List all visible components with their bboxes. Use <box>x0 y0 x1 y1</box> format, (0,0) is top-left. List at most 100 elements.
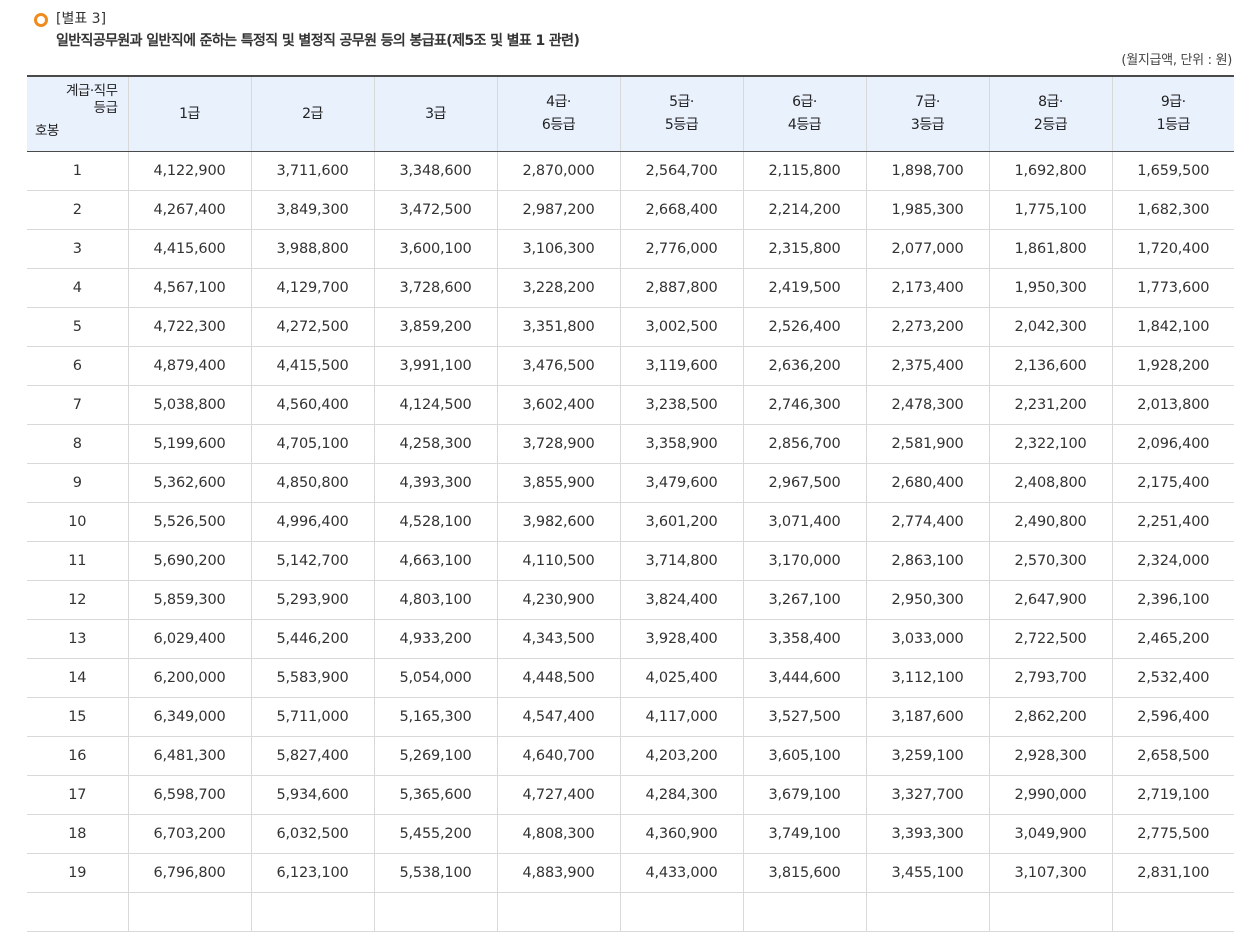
salary-cell: 4,448,500 <box>497 658 621 698</box>
salary-cell: 2,967,500 <box>743 463 867 503</box>
salary-cell: 2,928,300 <box>989 736 1113 776</box>
salary-cell: 4,025,400 <box>620 658 744 698</box>
salary-cell: 4,705,100 <box>251 424 375 464</box>
salary-cell: 1,950,300 <box>989 268 1113 308</box>
column-header-line: 3급 <box>425 105 446 122</box>
salary-cell: 3,991,100 <box>374 346 498 386</box>
table-row: 7 5,038,800 4,560,400 4,124,500 3,602,400 3,2… <box>27 385 1234 425</box>
salary-cell: 5,711,000 <box>251 697 375 737</box>
salary-cell: 2,862,200 <box>989 697 1113 737</box>
salary-cell: 3,728,900 <box>497 424 621 464</box>
salary-cell: 2,987,200 <box>497 190 621 230</box>
salary-cell <box>497 892 621 932</box>
salary-cell: 4,284,300 <box>620 775 744 815</box>
salary-cell: 3,711,600 <box>251 151 375 191</box>
salary-cell: 2,478,300 <box>866 385 990 425</box>
salary-cell: 4,110,500 <box>497 541 621 581</box>
salary-cell: 2,596,400 <box>1112 697 1234 737</box>
column-header-line: 5급· <box>669 94 694 110</box>
pay-scale-table: 계급·직무 등급 호봉 1급 2급 3급 4급· 6등급 5급· 5등급 6급· 4등급 7급· 3… <box>27 75 1234 932</box>
salary-cell: 2,831,100 <box>1112 853 1234 893</box>
salary-cell <box>866 892 990 932</box>
salary-cell: 5,446,200 <box>251 619 375 659</box>
salary-cell: 4,272,500 <box>251 307 375 347</box>
salary-cell: 1,775,100 <box>989 190 1113 230</box>
salary-cell: 2,465,200 <box>1112 619 1234 659</box>
step-header: 호봉 <box>35 123 59 139</box>
column-header: 6급· 4등급 <box>743 75 867 152</box>
table-row: 4 4,567,100 4,129,700 3,728,600 3,228,200 2,8… <box>27 268 1234 308</box>
table-row: 15 6,349,000 5,711,000 5,165,300 4,547,400 4,… <box>27 697 1234 737</box>
salary-cell: 5,269,100 <box>374 736 498 776</box>
table-row: 14 6,200,000 5,583,900 5,054,000 4,448,500 4,… <box>27 658 1234 698</box>
salary-cell: 6,123,100 <box>251 853 375 893</box>
salary-cell: 5,538,100 <box>374 853 498 893</box>
header-row: 계급·직무 등급 호봉 1급 2급 3급 4급· 6등급 5급· 5등급 6급· 4등급 7급· 3… <box>27 75 1234 152</box>
salary-cell: 5,038,800 <box>128 385 252 425</box>
salary-cell: 4,547,400 <box>497 697 621 737</box>
salary-cell: 2,680,400 <box>866 463 990 503</box>
salary-cell: 5,526,500 <box>128 502 252 542</box>
salary-cell: 3,476,500 <box>497 346 621 386</box>
salary-cell: 3,849,300 <box>251 190 375 230</box>
column-header: 8급· 2등급 <box>989 75 1113 152</box>
column-header-line: 4급· <box>546 94 571 110</box>
salary-cell: 3,602,400 <box>497 385 621 425</box>
salary-cell: 5,934,600 <box>251 775 375 815</box>
table-row: 2 4,267,400 3,849,300 3,472,500 2,987,200 2,6… <box>27 190 1234 230</box>
step-cell: 5 <box>27 307 129 347</box>
salary-cell: 3,982,600 <box>497 502 621 542</box>
salary-cell: 5,365,600 <box>374 775 498 815</box>
salary-cell: 5,583,900 <box>251 658 375 698</box>
salary-cell: 5,827,400 <box>251 736 375 776</box>
salary-cell: 2,636,200 <box>743 346 867 386</box>
salary-cell: 2,419,500 <box>743 268 867 308</box>
step-cell: 16 <box>27 736 129 776</box>
salary-cell <box>989 892 1113 932</box>
salary-cell: 2,315,800 <box>743 229 867 269</box>
salary-cell: 2,322,100 <box>989 424 1113 464</box>
column-header-line: 2등급 <box>1033 117 1068 133</box>
salary-cell: 4,129,700 <box>251 268 375 308</box>
salary-cell: 5,165,300 <box>374 697 498 737</box>
salary-cell: 4,230,900 <box>497 580 621 620</box>
salary-cell: 2,793,700 <box>989 658 1113 698</box>
salary-cell: 3,112,100 <box>866 658 990 698</box>
salary-cell: 4,996,400 <box>251 502 375 542</box>
table-row <box>27 892 1234 932</box>
column-header-line: 8급· <box>1038 94 1063 110</box>
salary-cell: 3,679,100 <box>743 775 867 815</box>
salary-cell: 3,358,900 <box>620 424 744 464</box>
salary-cell: 2,408,800 <box>989 463 1113 503</box>
salary-cell: 4,727,400 <box>497 775 621 815</box>
salary-cell: 3,106,300 <box>497 229 621 269</box>
salary-cell: 2,532,400 <box>1112 658 1234 698</box>
salary-cell: 2,647,900 <box>989 580 1113 620</box>
salary-cell: 5,054,000 <box>374 658 498 698</box>
salary-cell: 4,117,000 <box>620 697 744 737</box>
salary-cell: 4,808,300 <box>497 814 621 854</box>
salary-cell: 3,855,900 <box>497 463 621 503</box>
salary-cell: 3,728,600 <box>374 268 498 308</box>
salary-cell: 3,479,600 <box>620 463 744 503</box>
corner-header-cell: 계급·직무 등급 호봉 <box>27 75 129 152</box>
salary-cell: 6,029,400 <box>128 619 252 659</box>
salary-cell: 6,796,800 <box>128 853 252 893</box>
grade-header-line2: 등급 <box>93 100 118 116</box>
salary-cell: 3,527,500 <box>743 697 867 737</box>
column-header-line: 6등급 <box>541 117 576 133</box>
step-cell: 15 <box>27 697 129 737</box>
salary-cell: 4,122,900 <box>128 151 252 191</box>
salary-cell: 1,692,800 <box>989 151 1113 191</box>
salary-cell <box>1112 892 1234 932</box>
column-header-line: 5등급 <box>664 117 699 133</box>
salary-cell: 2,776,000 <box>620 229 744 269</box>
column-header-line: 2급 <box>302 105 323 122</box>
salary-cell: 3,119,600 <box>620 346 744 386</box>
salary-cell: 5,199,600 <box>128 424 252 464</box>
salary-cell: 2,887,800 <box>620 268 744 308</box>
salary-cell: 3,393,300 <box>866 814 990 854</box>
salary-cell: 2,490,800 <box>989 502 1113 542</box>
salary-cell: 2,870,000 <box>497 151 621 191</box>
salary-cell <box>743 892 867 932</box>
